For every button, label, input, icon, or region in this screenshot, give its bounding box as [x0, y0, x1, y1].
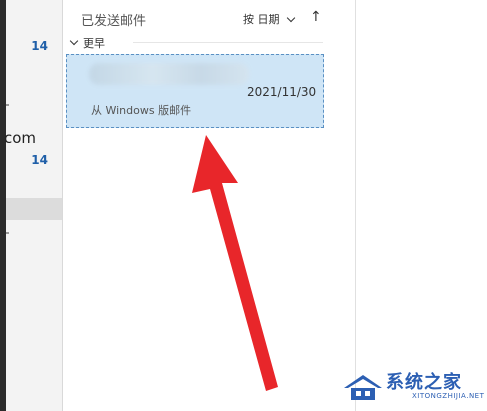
divider — [133, 42, 323, 43]
sort-label: 按 日期 — [243, 13, 280, 26]
message-date: 2021/11/30 — [247, 85, 317, 99]
group-label: 更早 — [83, 36, 105, 50]
selected-folder-highlight[interactable] — [6, 198, 62, 220]
divider — [6, 104, 9, 106]
unread-count-badge: 14 — [31, 153, 48, 167]
unread-count-badge: 14 — [31, 39, 48, 53]
house-logo-icon — [344, 375, 382, 400]
folder-title: 已发送邮件 — [81, 14, 147, 29]
account-name-fragment[interactable]: com — [4, 129, 36, 147]
sort-direction-arrow-icon[interactable]: ↑ — [310, 9, 322, 25]
chevron-down-icon — [69, 36, 79, 46]
watermark-subtext: XITONGZHIJIA.NET — [412, 392, 485, 400]
message-preview: 从 Windows 版邮件 — [91, 104, 192, 117]
watermark-logo: 系统之家 XITONGZHIJIA.NET — [342, 362, 487, 411]
sort-by-date-dropdown[interactable]: 按 日期 — [243, 11, 298, 27]
red-arrow-annotation-icon — [192, 135, 278, 391]
message-list-item[interactable]: 2021/11/30 从 Windows 版邮件 — [66, 54, 324, 128]
watermark-text: 系统之家 — [386, 372, 462, 393]
chevron-down-icon — [286, 13, 295, 22]
folder-pane: 14 com 14 — [4, 0, 63, 411]
reading-pane — [356, 0, 487, 411]
message-list-header: 已发送邮件 按 日期 ↑ — [63, 0, 355, 32]
divider — [6, 232, 9, 234]
sender-name-blurred — [89, 63, 249, 85]
